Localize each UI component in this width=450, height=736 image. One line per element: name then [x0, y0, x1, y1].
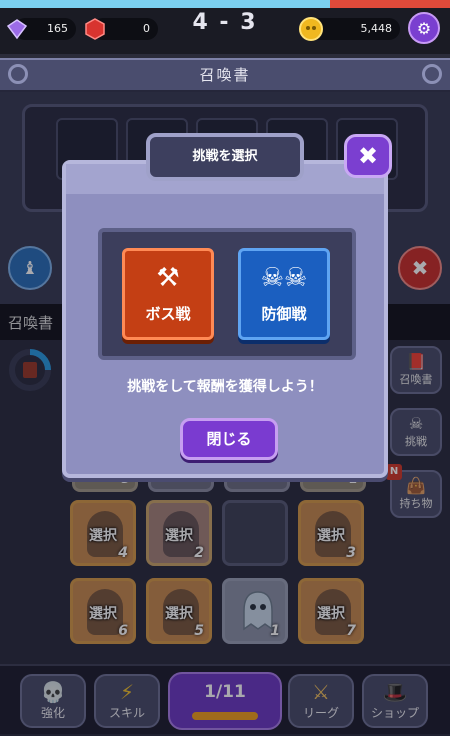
- close-icon: ✖: [357, 142, 379, 170]
- defense-battle-button[interactable]: ☠☠ 防御戦: [238, 248, 330, 340]
- dialog-message: 挑戦をして報酬を獲得しよう！: [127, 379, 323, 395]
- purple-gem-icon: [6, 19, 28, 40]
- stage-label: 4 - 3: [192, 10, 258, 35]
- settings-button[interactable]: ⚙: [408, 12, 440, 44]
- boss-battle-button[interactable]: ⚒ ボス戦: [122, 248, 214, 340]
- crossed-axes-icon: ⚒: [156, 263, 180, 293]
- ruby-count: 0: [143, 22, 150, 35]
- coin-icon: [299, 17, 323, 41]
- title-banner: 召喚書: [0, 58, 450, 92]
- gear-icon: ⚙: [416, 18, 432, 38]
- dialog-close-button[interactable]: ✖: [344, 134, 392, 178]
- gem-count: 165: [47, 22, 68, 35]
- top-bar: 165 0 4 - 3 5,448 ⚙: [0, 8, 450, 54]
- scroll-ornament-right: [422, 64, 442, 84]
- coin-count: 5,448: [360, 22, 393, 35]
- scroll-ornament-left: [8, 64, 28, 84]
- red-gem-icon: [85, 18, 105, 40]
- skulls-icon: ☠☠: [260, 263, 308, 293]
- defense-battle-label: 防御戦: [261, 305, 307, 323]
- dialog-dismiss-button[interactable]: 閉じる: [180, 418, 278, 460]
- dialog-title: 挑戦を選択: [146, 133, 304, 181]
- boss-battle-label: ボス戦: [145, 305, 191, 323]
- top-progress-strip: [0, 0, 450, 8]
- page-title: 召喚書: [199, 66, 251, 84]
- top-progress-red: [330, 0, 450, 8]
